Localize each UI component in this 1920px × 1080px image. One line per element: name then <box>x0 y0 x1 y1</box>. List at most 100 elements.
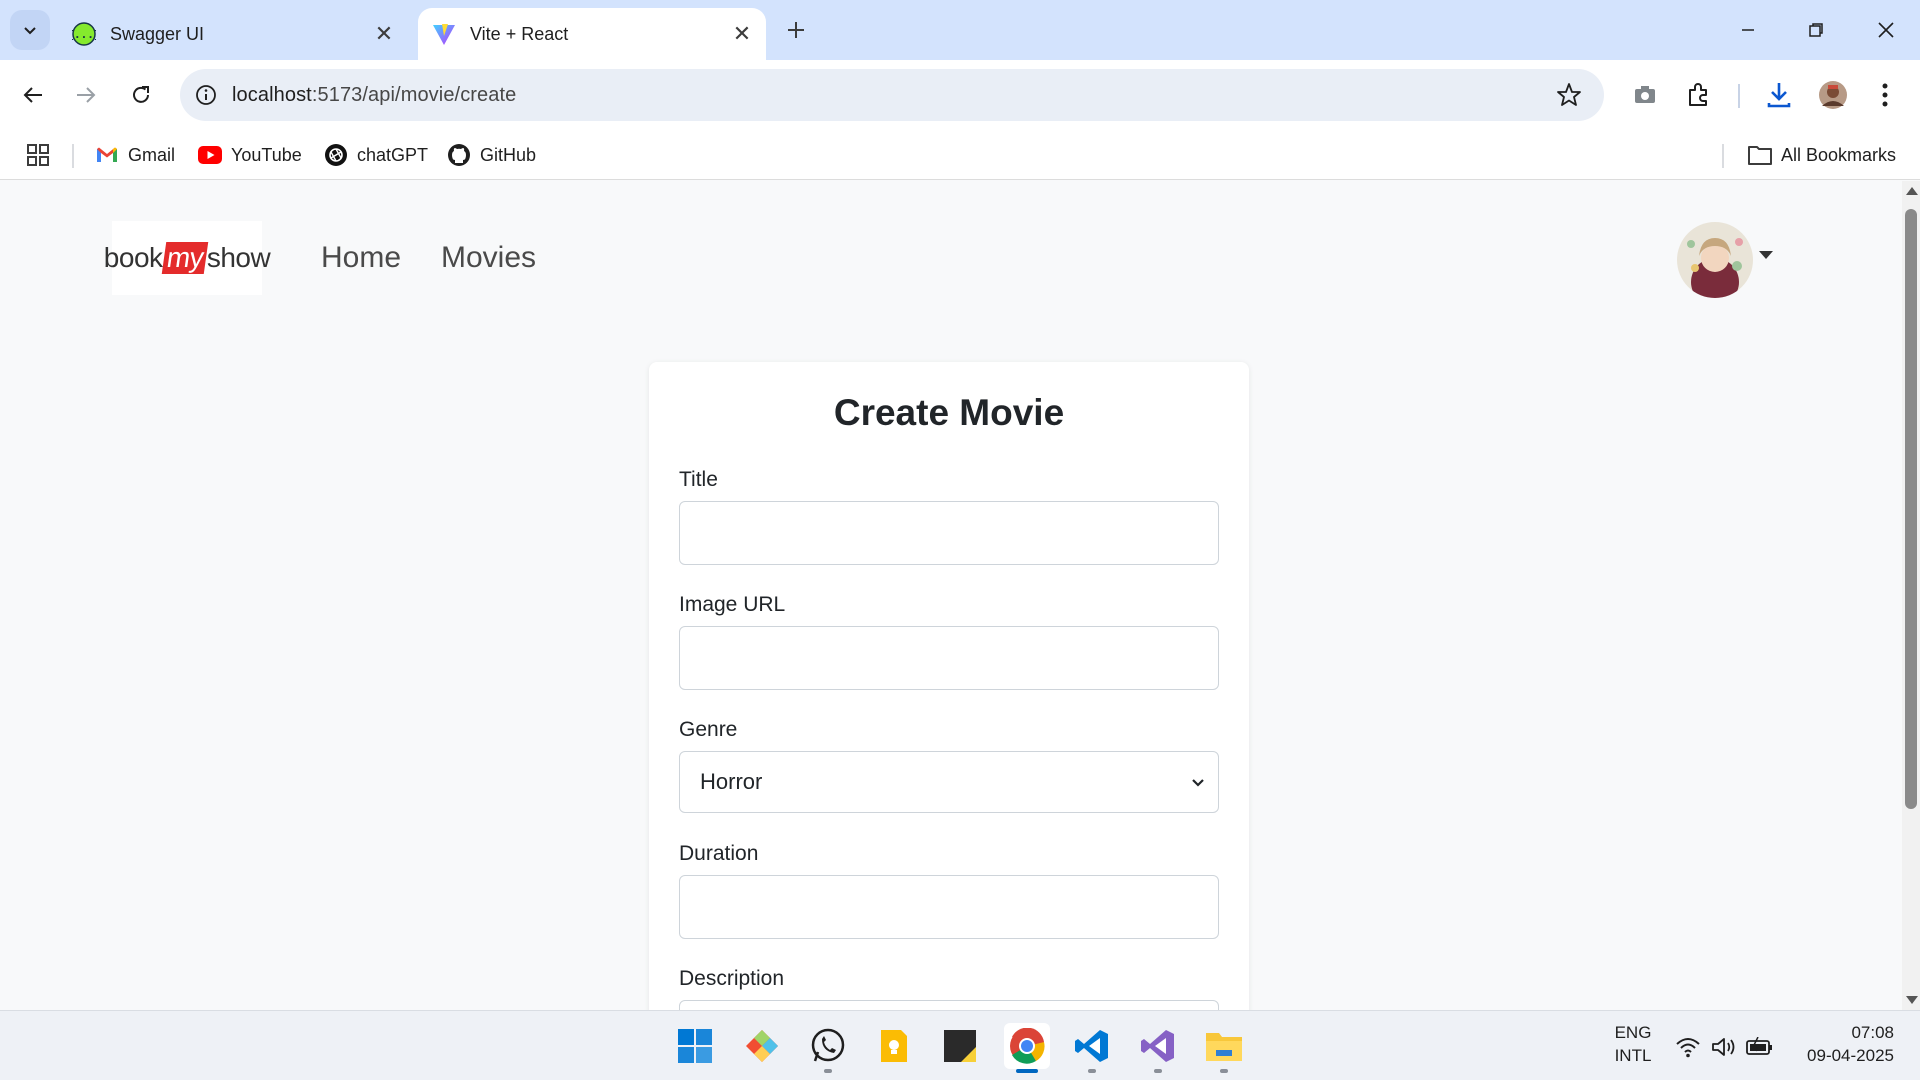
github-icon <box>447 143 471 167</box>
youtube-icon <box>198 143 222 167</box>
folder-icon <box>1748 143 1772 167</box>
bookmark-separator <box>1722 144 1724 168</box>
gmail-icon <box>95 143 119 167</box>
page-content: book my show Home Movies Create Movie Titl… <box>0 181 1902 1010</box>
vite-icon <box>432 22 456 46</box>
bookmark-star-icon[interactable] <box>1556 82 1582 108</box>
close-icon[interactable]: ✕ <box>728 20 756 48</box>
new-tab-button[interactable] <box>780 14 812 46</box>
user-avatar[interactable] <box>1677 222 1753 298</box>
duration-input[interactable] <box>679 875 1219 939</box>
nav-movies-link[interactable]: Movies <box>441 241 536 275</box>
running-indicator <box>1220 1069 1228 1073</box>
site-info-icon[interactable] <box>194 83 218 107</box>
bookmark-github[interactable]: GitHub <box>447 141 536 169</box>
genre-selected-value: Horror <box>700 769 763 794</box>
keyboard-layout-indicator[interactable]: INTL <box>1610 1046 1656 1066</box>
git-icon[interactable] <box>739 1023 785 1069</box>
description-label: Description <box>679 967 785 990</box>
nav-home-link[interactable]: Home <box>321 241 401 275</box>
bookmark-gmail[interactable]: Gmail <box>95 141 175 169</box>
tab-strip: {...} Swagger UI ✕ Vite + React ✕ <box>0 0 1920 60</box>
tab-title: Swagger UI <box>110 23 205 44</box>
arrow-right-icon <box>77 87 96 103</box>
chevron-down-icon <box>1192 779 1204 787</box>
visual-studio-icon[interactable] <box>1135 1023 1181 1069</box>
running-indicator <box>1154 1069 1162 1073</box>
caret-down-icon[interactable] <box>1759 251 1773 259</box>
reload-icon <box>133 86 149 103</box>
bookmark-label: GitHub <box>480 144 537 165</box>
clock-date[interactable]: 09-04-2025 <box>1786 1046 1894 1066</box>
more-menu-icon[interactable] <box>1868 78 1902 112</box>
vscode-icon[interactable] <box>1069 1023 1115 1069</box>
reload-button[interactable] <box>121 75 161 115</box>
clock-time[interactable]: 07:08 <box>1806 1023 1894 1043</box>
title-input[interactable] <box>679 501 1219 565</box>
scroll-up-icon[interactable] <box>1906 187 1918 195</box>
restore-icon <box>1809 23 1823 37</box>
file-explorer-icon[interactable] <box>1201 1023 1247 1069</box>
language-indicator[interactable]: ENG <box>1610 1023 1656 1043</box>
restore-button[interactable] <box>1782 0 1850 60</box>
forward-button[interactable] <box>66 75 106 115</box>
close-icon[interactable]: ✕ <box>370 20 398 48</box>
bookmark-youtube[interactable]: YouTube <box>198 141 302 169</box>
camera-icon[interactable] <box>1628 78 1662 112</box>
genre-label: Genre <box>679 718 738 741</box>
logo-text-my: my <box>161 242 209 274</box>
close-icon <box>1878 22 1894 38</box>
keep-icon[interactable] <box>871 1023 917 1069</box>
battery-icon[interactable] <box>1740 1027 1780 1067</box>
create-movie-card: Create Movie Title Image URL Genre Horro… <box>649 362 1249 1010</box>
chrome-icon[interactable] <box>1004 1023 1050 1069</box>
active-indicator <box>1016 1069 1038 1073</box>
running-indicator <box>824 1069 832 1073</box>
bookmark-label: chatGPT <box>357 144 429 165</box>
bookmarks-bar: Gmail YouTube chatGPT GitHub All Bookmar… <box>0 130 1920 180</box>
windows-taskbar: ENG INTL 07:08 09-04-2025 <box>0 1010 1920 1080</box>
chatgpt-icon <box>324 143 348 167</box>
image-url-label: Image URL <box>679 593 786 616</box>
tab-title: Vite + React <box>470 23 569 44</box>
scroll-down-icon[interactable] <box>1906 996 1918 1004</box>
profile-avatar[interactable] <box>1816 78 1850 112</box>
bookmark-label: Gmail <box>128 144 176 165</box>
scrollbar-thumb[interactable] <box>1905 209 1917 809</box>
apps-grid-icon[interactable] <box>26 141 50 169</box>
url-host: localhost <box>232 83 312 106</box>
address-bar[interactable]: localhost:5173/api/movie/create <box>180 69 1604 121</box>
toolbar-separator <box>1738 84 1740 108</box>
svg-text:{...}: {...} <box>72 28 96 41</box>
description-input[interactable] <box>679 1000 1219 1010</box>
genre-select[interactable]: Horror <box>679 751 1219 813</box>
back-button[interactable] <box>13 75 53 115</box>
windows-start-icon[interactable] <box>672 1023 718 1069</box>
close-window-button[interactable] <box>1852 0 1920 60</box>
minimize-button[interactable] <box>1714 0 1782 60</box>
tab-vite-react[interactable]: Vite + React ✕ <box>418 8 766 60</box>
page-scrollbar[interactable] <box>1902 181 1920 1010</box>
wifi-icon[interactable] <box>1668 1027 1708 1067</box>
plus-icon <box>788 22 804 38</box>
minimize-icon <box>1742 29 1754 31</box>
running-indicator <box>1088 1069 1096 1073</box>
tab-search-button[interactable] <box>10 10 50 50</box>
volume-icon[interactable] <box>1704 1027 1744 1067</box>
page-title: Create Movie <box>833 392 1065 433</box>
all-bookmarks-button[interactable]: All Bookmarks <box>1748 141 1896 169</box>
extensions-icon[interactable] <box>1682 78 1716 112</box>
url-path: :5173/api/movie/create <box>311 83 517 106</box>
duration-label: Duration <box>679 842 759 865</box>
image-url-input[interactable] <box>679 626 1219 690</box>
all-bookmarks-label: All Bookmarks <box>1781 144 1897 165</box>
bookmark-chatgpt[interactable]: chatGPT <box>324 141 428 169</box>
tab-swagger[interactable]: {...} Swagger UI ✕ <box>58 8 408 60</box>
bookmark-separator <box>72 144 74 168</box>
app-logo[interactable]: book my show <box>104 221 271 295</box>
whatsapp-icon[interactable] <box>805 1023 851 1069</box>
download-icon[interactable] <box>1762 78 1796 112</box>
title-label: Title <box>679 468 718 491</box>
sticky-notes-icon[interactable] <box>937 1023 983 1069</box>
bookmark-label: YouTube <box>231 144 302 165</box>
